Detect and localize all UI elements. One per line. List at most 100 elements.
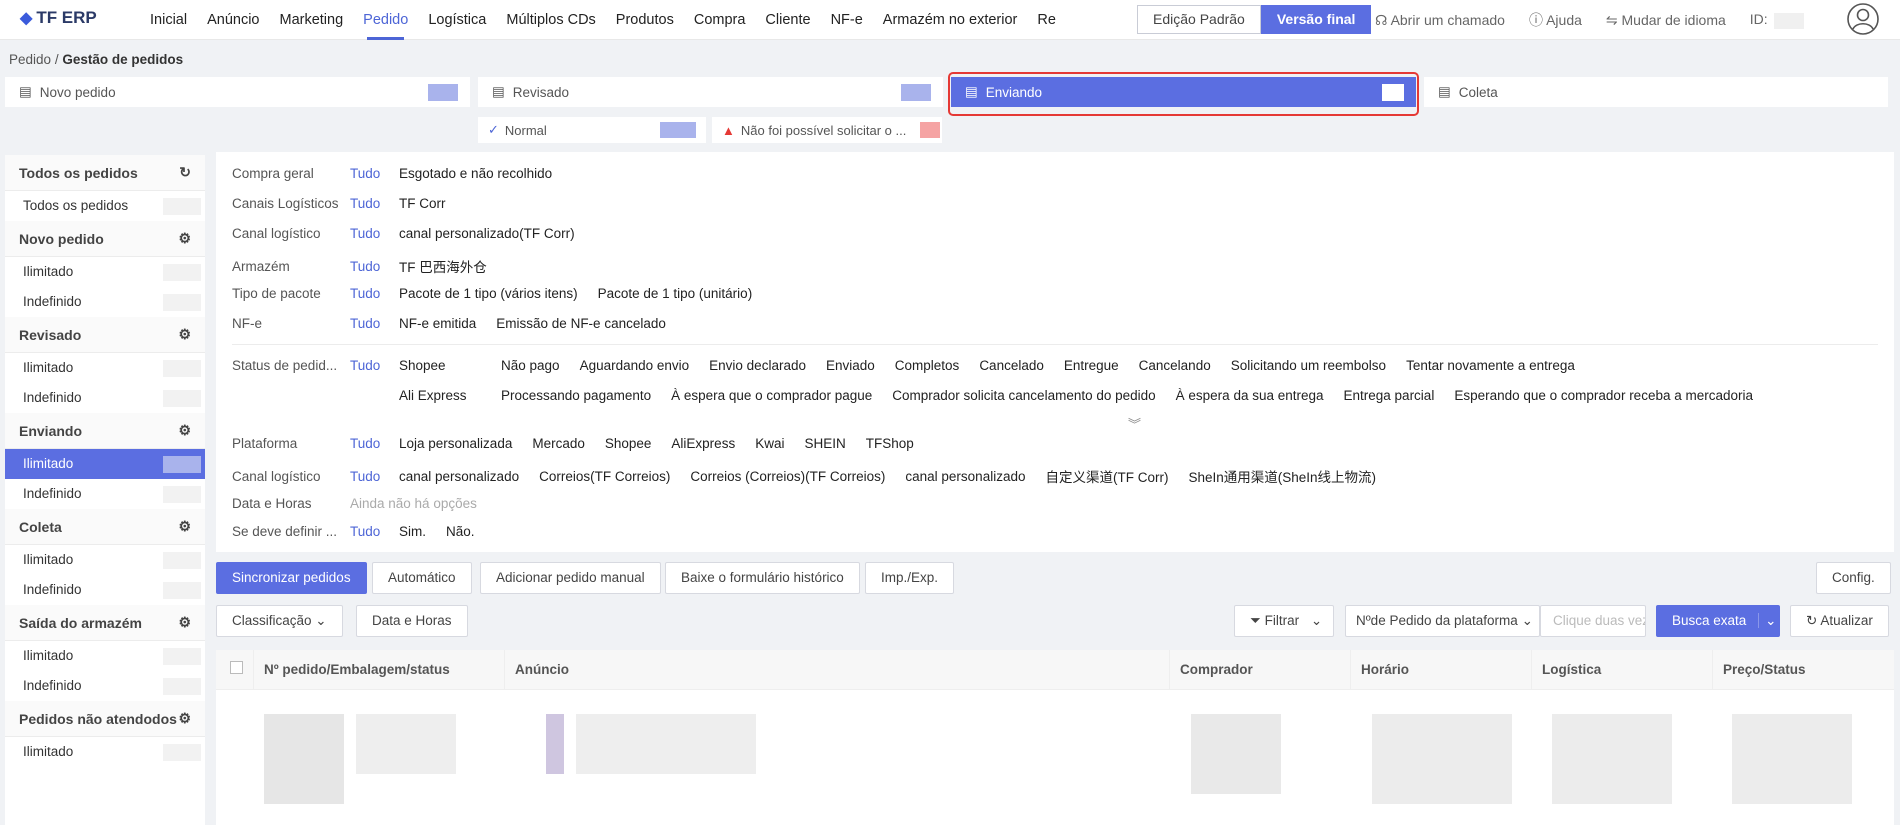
filter-button[interactable]: ⏷ Filtrar ⌄: [1234, 605, 1334, 637]
filter-option[interactable]: AliExpress: [671, 436, 735, 451]
filter-all-option[interactable]: Tudo: [350, 226, 399, 241]
select-all-checkbox[interactable]: [230, 660, 243, 674]
gear-icon[interactable]: ⚙: [178, 326, 191, 343]
automatic-button[interactable]: Automático: [372, 562, 472, 594]
sidebar-item[interactable]: Indefinido: [5, 575, 205, 605]
status-option[interactable]: Aguardando envio: [580, 358, 690, 373]
filter-option[interactable]: Não.: [446, 524, 475, 539]
status-option[interactable]: Processando pagamento: [501, 388, 651, 403]
nav-item[interactable]: Produtos: [606, 0, 684, 40]
filter-all-option[interactable]: Tudo: [350, 259, 399, 274]
filter-option[interactable]: Correios(TF Correios): [539, 469, 670, 484]
status-option[interactable]: Cancelando: [1139, 358, 1211, 373]
open-ticket-link[interactable]: ☊ Abrir um chamado: [1375, 12, 1505, 29]
nav-item[interactable]: Pedido: [353, 0, 418, 40]
edition-final-button[interactable]: Versão final: [1260, 5, 1372, 34]
step-new-order[interactable]: ▤ Novo pedido: [5, 77, 470, 107]
col-buyer[interactable]: Comprador: [1170, 649, 1351, 690]
filter-option[interactable]: Loja personalizada: [399, 436, 512, 451]
status-option[interactable]: Enviado: [826, 358, 875, 373]
sidebar-item[interactable]: Ilimitado: [5, 545, 205, 575]
status-option[interactable]: Cancelado: [979, 358, 1044, 373]
user-avatar-icon[interactable]: [1846, 2, 1880, 36]
logo[interactable]: ◆ TF ERP: [20, 8, 97, 28]
sidebar-group-header[interactable]: Pedidos não atendodos ⚙: [5, 701, 205, 737]
nav-item[interactable]: Marketing: [269, 0, 353, 40]
filter-option[interactable]: Esgotado e não recolhido: [399, 166, 552, 181]
nav-item[interactable]: Re: [1027, 0, 1066, 40]
status-option[interactable]: Esperando que o comprador receba a merca…: [1454, 388, 1753, 403]
filter-all-option[interactable]: Tudo: [350, 436, 399, 451]
nav-item[interactable]: Logística: [418, 0, 496, 40]
filter-option[interactable]: Sim.: [399, 524, 426, 539]
import-export-button[interactable]: Imp./Exp.: [865, 562, 955, 594]
nav-item[interactable]: Cliente: [755, 0, 820, 40]
status-option[interactable]: Entrega parcial: [1344, 388, 1435, 403]
filter-option[interactable]: NF-e emitida: [399, 316, 476, 331]
sidebar-item[interactable]: Ilimitado: [5, 449, 205, 479]
filter-all-option[interactable]: Tudo: [350, 166, 399, 181]
status-option[interactable]: Completos: [895, 358, 960, 373]
filter-option[interactable]: Emissão de NF-e cancelado: [496, 316, 666, 331]
col-order-no[interactable]: Nº pedido/Embalagem/status: [254, 649, 505, 690]
refresh-icon[interactable]: ↻: [179, 164, 191, 181]
help-link[interactable]: ⓘ Ajuda: [1529, 10, 1582, 30]
gear-icon[interactable]: ⚙: [178, 710, 191, 727]
filter-all-option[interactable]: Tudo: [350, 524, 399, 539]
config-button[interactable]: Config.: [1816, 562, 1891, 594]
filter-all-option[interactable]: Tudo: [350, 358, 399, 373]
step-pickup[interactable]: ▤ Coleta: [1424, 77, 1888, 107]
filter-all-option[interactable]: Tudo: [350, 469, 399, 484]
nav-item[interactable]: Múltiplos CDs: [496, 0, 605, 40]
sidebar-group-header[interactable]: Novo pedido ⚙: [5, 221, 205, 257]
status-option[interactable]: À espera que o comprador pague: [671, 388, 872, 403]
sync-orders-button[interactable]: Sincronizar pedidos: [216, 562, 367, 594]
search-input[interactable]: Clique duas vezes: [1540, 605, 1646, 637]
sidebar-item[interactable]: Indefinido: [5, 479, 205, 509]
filter-option[interactable]: TFShop: [866, 436, 914, 451]
nav-item[interactable]: Inicial: [140, 0, 197, 40]
gear-icon[interactable]: ⚙: [178, 422, 191, 439]
filter-option[interactable]: canal personalizado(TF Corr): [399, 226, 575, 241]
sidebar-item[interactable]: Ilimitado: [5, 641, 205, 671]
filter-option[interactable]: SheIn通用渠道(SheIn线上物流): [1188, 466, 1376, 486]
sidebar-group-header[interactable]: Enviando ⚙: [5, 413, 205, 449]
order-field-select[interactable]: Nºde Pedido da plataforma ⌄: [1345, 605, 1540, 637]
status-option[interactable]: À espera da sua entrega: [1176, 388, 1324, 403]
filter-all-option[interactable]: Tudo: [350, 316, 399, 331]
sidebar-item[interactable]: Ilimitado: [5, 257, 205, 287]
nav-item[interactable]: NF-e: [821, 0, 873, 40]
sort-dropdown[interactable]: Classificação ⌄: [216, 605, 343, 637]
status-option[interactable]: Comprador solicita cancelamento do pedid…: [892, 388, 1155, 403]
filter-option[interactable]: canal personalizado: [399, 469, 519, 484]
sidebar-item[interactable]: Todos os pedidos: [5, 191, 205, 221]
filter-option[interactable]: Correios (Correios)(TF Correios): [690, 469, 885, 484]
filter-option[interactable]: 自定义渠道(TF Corr): [1045, 466, 1168, 486]
filter-option[interactable]: TF 巴西海外仓: [399, 256, 487, 276]
language-link[interactable]: ⇋ Mudar de idioma: [1606, 12, 1726, 29]
sidebar-item[interactable]: Indefinido: [5, 671, 205, 701]
download-history-button[interactable]: Baixe o formulário histórico: [665, 562, 860, 594]
nav-item[interactable]: Armazém no exterior: [873, 0, 1028, 40]
sidebar-group-header[interactable]: Saída do armazém ⚙: [5, 605, 205, 641]
col-logistics[interactable]: Logística: [1532, 649, 1713, 690]
status-option[interactable]: Solicitando um reembolso: [1231, 358, 1386, 373]
datetime-button[interactable]: Data e Horas: [356, 605, 468, 637]
sidebar-group-header[interactable]: Revisado ⚙: [5, 317, 205, 353]
status-option[interactable]: Não pago: [501, 358, 560, 373]
status-option[interactable]: Entregue: [1064, 358, 1119, 373]
filter-option[interactable]: Pacote de 1 tipo (unitário): [598, 286, 753, 301]
substep-failed[interactable]: ▲ Não foi possível solicitar o ...: [712, 117, 942, 143]
col-listing[interactable]: Anúncio: [505, 649, 1170, 690]
sidebar-item[interactable]: Indefinido: [5, 287, 205, 317]
sidebar-group-header[interactable]: Coleta ⚙: [5, 509, 205, 545]
filter-option[interactable]: Pacote de 1 tipo (vários itens): [399, 286, 578, 301]
substep-normal[interactable]: ✓ Normal: [478, 117, 706, 143]
refresh-button[interactable]: ↻ Atualizar: [1790, 605, 1889, 637]
gear-icon[interactable]: ⚙: [178, 230, 191, 247]
nav-item[interactable]: Anúncio: [197, 0, 269, 40]
gear-icon[interactable]: ⚙: [178, 614, 191, 631]
sidebar-item[interactable]: Ilimitado: [5, 737, 205, 767]
col-price-status[interactable]: Preço/Status: [1713, 650, 1894, 690]
step-reviewed[interactable]: ▤ Revisado: [478, 77, 943, 107]
